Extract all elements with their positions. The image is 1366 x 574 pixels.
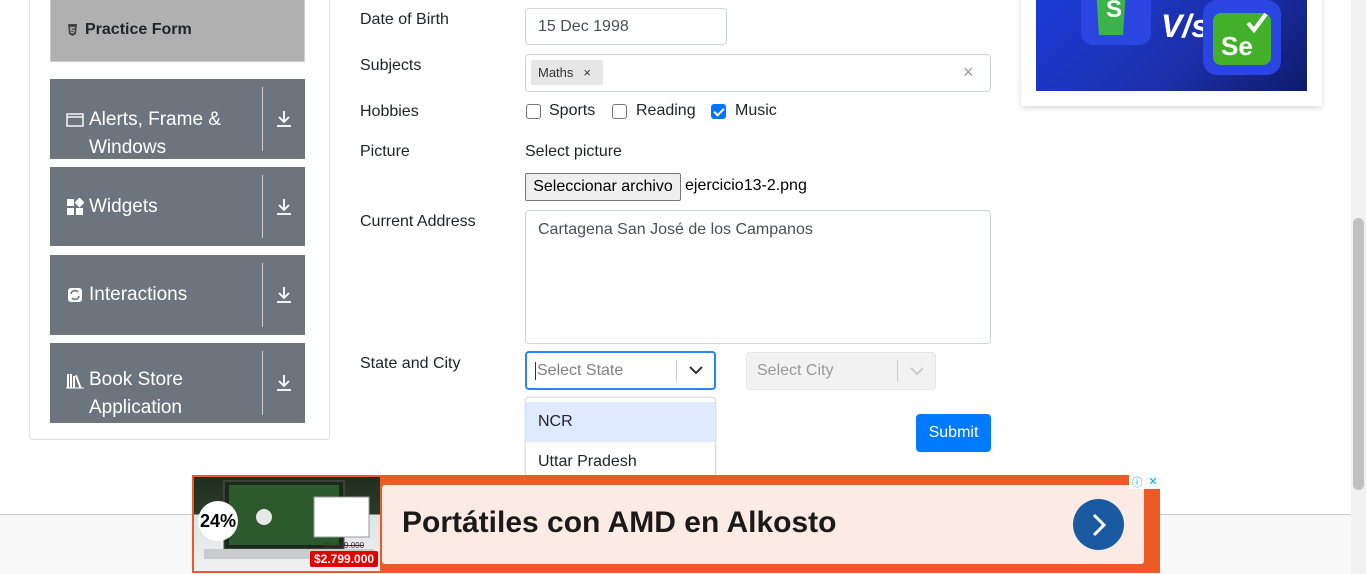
- group-label-cont: Windows: [89, 137, 167, 158]
- sidebar-group-interactions[interactable]: Interactions: [50, 255, 305, 335]
- clear-all-icon[interactable]: ×: [963, 62, 974, 83]
- group-label: Book Store: [89, 369, 183, 390]
- old-price: $3.699.000: [324, 541, 365, 550]
- download-icon[interactable]: [263, 255, 305, 335]
- select-picture-label: Select picture: [525, 143, 622, 160]
- sidebar-item-label: Practice Form: [85, 21, 192, 38]
- city-select[interactable]: Select City: [746, 352, 936, 390]
- state-select[interactable]: Select State: [525, 351, 716, 390]
- svg-text:V/s: V/s: [1161, 8, 1209, 44]
- state-city-label: State and City: [360, 355, 461, 372]
- discount-badge: 24%: [198, 501, 238, 541]
- interactions-icon: [68, 288, 82, 302]
- sports-label[interactable]: Sports: [549, 102, 595, 120]
- group-label-cont: Application: [89, 397, 182, 418]
- picture-label: Picture: [360, 143, 410, 160]
- ad-banner-image: S V/s Se: [1036, 0, 1307, 91]
- reading-label[interactable]: Reading: [636, 102, 696, 120]
- sidebar-group-widgets[interactable]: Widgets: [50, 167, 305, 246]
- sports-checkbox[interactable]: [526, 104, 541, 119]
- download-icon[interactable]: [263, 167, 305, 246]
- dob-value: 15 Dec 1998: [538, 17, 629, 35]
- submit-button[interactable]: Submit: [916, 414, 991, 452]
- ad-headline: Portátiles con AMD en Alkosto: [402, 506, 837, 539]
- choose-file-button[interactable]: Seleccionar archivo: [525, 173, 681, 201]
- group-label: Alerts, Frame &: [89, 109, 221, 130]
- html5-icon: [66, 24, 78, 36]
- file-name: ejercicio13-2.png: [685, 177, 807, 194]
- address-value: Cartagena San José de los Campanos: [538, 221, 813, 238]
- reading-checkbox[interactable]: [612, 104, 627, 119]
- chip-label: Maths: [538, 65, 574, 80]
- hobbies-label: Hobbies: [360, 103, 419, 120]
- state-placeholder: Select State: [535, 361, 676, 380]
- window-icon: [66, 113, 84, 127]
- sidebar-group-alerts[interactable]: Alerts, Frame & Windows: [50, 79, 305, 159]
- subjects-label: Subjects: [360, 57, 422, 74]
- bottom-ad[interactable]: 24% $3.699.000 $2.799.000 Portátiles con…: [192, 475, 1160, 573]
- music-label[interactable]: Music: [735, 102, 777, 120]
- close-icon[interactable]: ✕: [1145, 474, 1161, 489]
- svg-text:S: S: [1106, 0, 1122, 23]
- state-option[interactable]: NCR: [526, 402, 715, 442]
- chevron-down-icon[interactable]: [898, 366, 935, 376]
- group-label: Widgets: [89, 195, 158, 217]
- chevron-right-icon[interactable]: [1073, 499, 1124, 550]
- scrollbar-thumb[interactable]: [1353, 218, 1364, 490]
- ad-laptop-image: 24% $3.699.000 $2.799.000: [194, 477, 380, 571]
- svg-text:Se: Se: [1221, 31, 1253, 61]
- sidebar-item-practice-form[interactable]: Practice Form: [50, 0, 305, 62]
- price-tag: $2.799.000: [310, 551, 379, 567]
- dob-label: Date of Birth: [360, 11, 449, 28]
- chip-remove-icon[interactable]: ×: [583, 65, 591, 80]
- chevron-down-icon[interactable]: [677, 366, 714, 375]
- sidebar-group-book-store[interactable]: Book Store Application: [50, 343, 305, 423]
- widgets-icon: [67, 197, 84, 215]
- state-option[interactable]: Uttar Pradesh: [526, 442, 715, 476]
- info-icon[interactable]: ⓘ: [1129, 474, 1145, 489]
- state-dropdown-menu: NCR Uttar Pradesh: [525, 397, 716, 477]
- current-address-textarea[interactable]: Cartagena San José de los Campanos: [525, 210, 991, 344]
- books-icon: [66, 374, 84, 389]
- dob-input[interactable]: 15 Dec 1998: [525, 8, 727, 45]
- side-ad[interactable]: S V/s Se: [1021, 0, 1322, 106]
- music-checkbox[interactable]: [711, 104, 726, 119]
- ad-choices[interactable]: ⓘ ✕: [1129, 474, 1161, 489]
- subject-chip: Maths ×: [531, 60, 603, 85]
- address-label: Current Address: [360, 213, 476, 230]
- download-icon[interactable]: [263, 79, 305, 159]
- group-label: Interactions: [89, 284, 188, 305]
- download-icon[interactable]: [263, 343, 305, 423]
- city-placeholder: Select City: [757, 362, 834, 379]
